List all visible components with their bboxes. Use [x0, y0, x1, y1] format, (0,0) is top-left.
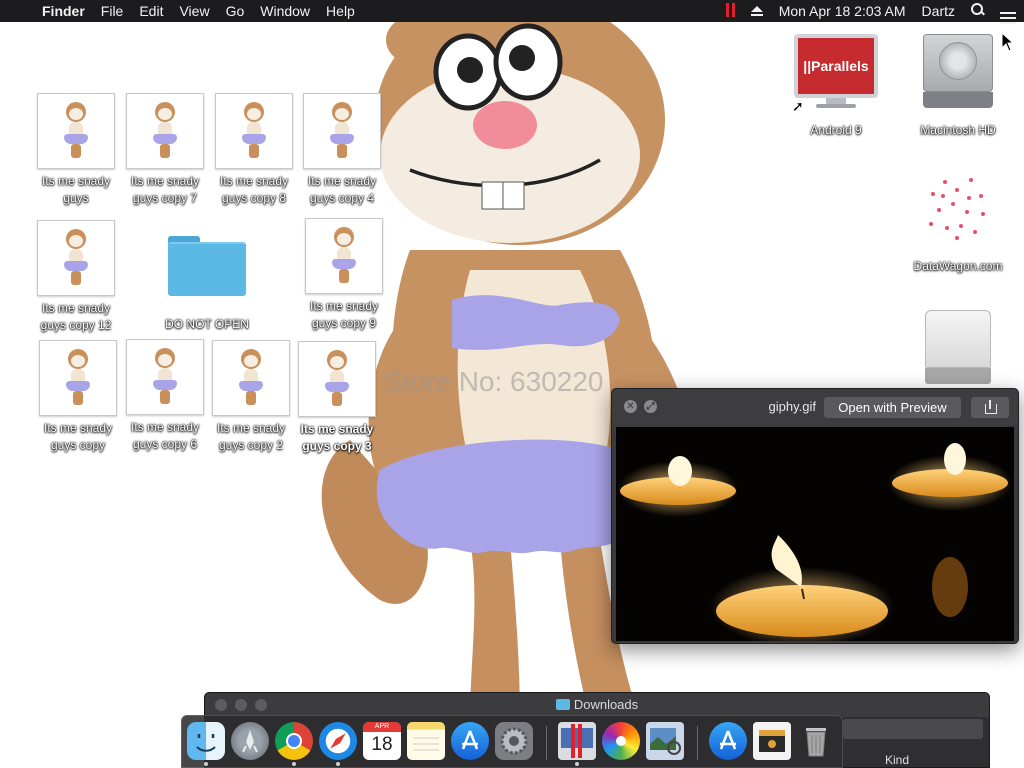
file-label: Its me snady guys copy 8	[219, 174, 289, 205]
column-header-kind[interactable]: Kind	[885, 753, 909, 767]
folder-icon	[555, 699, 570, 710]
file-label: Its me snady guys	[41, 174, 111, 205]
image-thumbnail	[303, 93, 381, 169]
desktop-file-icon[interactable]: Its me snady guys copy	[33, 340, 123, 454]
desktop-file-icon[interactable]: DataWagon.com	[913, 172, 1003, 275]
eject-icon[interactable]	[743, 0, 771, 22]
parallels-logo: ||Parallels	[798, 38, 874, 94]
menu-view[interactable]: View	[171, 0, 217, 22]
file-label: Its me snady guys copy 3	[300, 422, 374, 453]
file-label: Its me snady guys copy 7	[130, 174, 200, 205]
chrome-icon[interactable]	[275, 722, 313, 760]
external-drive-icon	[925, 310, 991, 386]
file-label: DataWagon.com	[913, 259, 1003, 273]
menu-file[interactable]: File	[93, 0, 132, 22]
folder-label: DO NOT OPEN	[165, 317, 249, 331]
calendar-icon[interactable]: APR 18	[363, 722, 401, 760]
menu-app-name[interactable]: Finder	[36, 0, 93, 22]
desktop-file-icon[interactable]: Its me snady guys copy 9	[299, 218, 389, 332]
preview-icon[interactable]	[646, 722, 684, 760]
file-label: Its me snady guys copy 12	[40, 301, 112, 332]
notification-center-icon[interactable]	[992, 0, 1024, 24]
image-thumbnail	[39, 340, 117, 416]
desktop-file-icon[interactable]: Its me snady guys copy 8	[209, 93, 299, 207]
drive-label: Macintosh HD	[920, 123, 996, 137]
file-label: Its me snady guys copy 4	[307, 174, 377, 205]
file-label: Its me snady guys copy 2	[216, 421, 286, 452]
menu-bar: Finder File Edit View Go Window Help Mon…	[0, 0, 1024, 24]
image-thumbnail	[37, 93, 115, 169]
image-thumbnail	[126, 93, 204, 169]
desktop-file-icon[interactable]: Its me snady guys copy 7	[120, 93, 210, 207]
window-title: Downloads	[573, 697, 639, 712]
desktop-file-icon[interactable]: Its me snady guys copy 3	[292, 341, 382, 455]
running-indicator	[575, 762, 579, 766]
calendar-month: APR	[363, 722, 401, 732]
hard-drive-icon	[921, 34, 995, 108]
wallpaper-watermark: Store No: 630220	[384, 366, 604, 397]
desktop-file-icon[interactable]: Its me snady guys copy 12	[31, 220, 121, 334]
menu-help[interactable]: Help	[318, 0, 363, 22]
system-preferences-icon[interactable]	[495, 722, 533, 760]
candles-image	[616, 427, 1014, 641]
menu-user[interactable]: Dartz	[914, 0, 963, 22]
file-label: Its me snady guys copy	[43, 421, 113, 452]
spotlight-search-icon[interactable]	[963, 0, 992, 22]
photos-icon[interactable]	[602, 722, 640, 760]
image-thumbnail	[37, 220, 115, 296]
desktop-alias-icon[interactable]: ||Parallels ➚ Android 9	[791, 34, 881, 139]
window-title-bar: Downloads	[205, 693, 989, 717]
open-with-preview-button[interactable]: Open with Preview	[824, 397, 961, 418]
trash-icon[interactable]	[797, 722, 835, 760]
image-thumbnail	[215, 93, 293, 169]
parallels-status-icon[interactable]	[718, 0, 743, 23]
quick-look-toolbar: ✕ ⤢ giphy.gif Open with Preview	[612, 389, 1018, 425]
image-thumbnail	[212, 340, 290, 416]
image-thumbnail	[305, 218, 383, 294]
calendar-day: 18	[371, 734, 393, 755]
parallels-monitor-icon: ||Parallels ➚	[792, 34, 878, 114]
quick-look-filename: giphy.gif	[768, 399, 816, 414]
menu-edit[interactable]: Edit	[131, 0, 171, 22]
desktop-file-icon[interactable]: Its me snady guys copy 4	[297, 93, 387, 207]
desktop-file-icon[interactable]: Its me snady guys copy 2	[206, 340, 296, 454]
desktop-file-icon[interactable]: Its me snady guys copy 6	[120, 339, 210, 453]
network-graphic-icon	[921, 172, 995, 246]
notes-icon[interactable]	[407, 722, 445, 760]
dock: APR 18	[181, 715, 843, 768]
parallels-icon[interactable]	[558, 722, 596, 760]
close-icon[interactable]: ✕	[624, 400, 637, 413]
running-indicator	[204, 762, 208, 766]
gif-preview	[616, 427, 1014, 641]
safari-icon[interactable]	[319, 722, 357, 760]
image-thumbnail	[126, 339, 204, 415]
menu-go[interactable]: Go	[218, 0, 253, 22]
desktop-file-icon[interactable]: Its me snady guys	[31, 93, 121, 207]
image-thumbnail	[298, 341, 376, 417]
desktop-drive-icon[interactable]: Macintosh HD	[913, 34, 1003, 139]
finder-icon[interactable]	[187, 722, 225, 760]
app-store-icon[interactable]	[451, 722, 489, 760]
alias-arrow-icon: ➚	[792, 98, 804, 114]
menu-window[interactable]: Window	[252, 0, 318, 22]
quick-look-window: ✕ ⤢ giphy.gif Open with Preview	[611, 388, 1019, 644]
dock-separator	[546, 726, 547, 760]
share-icon[interactable]	[971, 397, 1009, 418]
mouse-cursor-icon	[1001, 32, 1015, 52]
app-store-downloads-icon[interactable]	[709, 722, 747, 760]
desktop-drive-icon[interactable]	[913, 310, 1003, 390]
file-label: Its me snady guys copy 6	[130, 420, 200, 451]
search-field[interactable]	[843, 719, 983, 739]
fullscreen-icon[interactable]: ⤢	[644, 400, 657, 413]
running-indicator	[292, 762, 296, 766]
archive-icon[interactable]	[753, 722, 791, 760]
launchpad-icon[interactable]	[231, 722, 269, 760]
alias-label: Android 9	[810, 123, 862, 137]
menu-clock[interactable]: Mon Apr 18 2:03 AM	[771, 0, 914, 22]
folder-icon	[168, 234, 246, 298]
running-indicator	[336, 762, 340, 766]
file-label: Its me snady guys copy 9	[309, 299, 379, 330]
dock-separator	[697, 726, 698, 760]
desktop-folder-icon[interactable]: DO NOT OPEN	[162, 234, 252, 333]
